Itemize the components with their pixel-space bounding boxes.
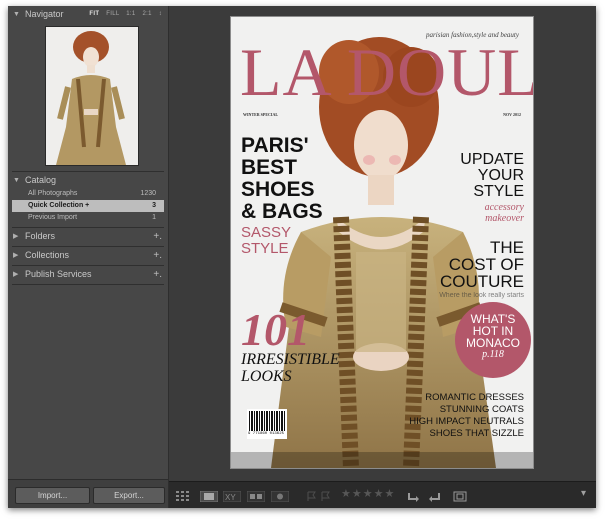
edition-left: WINTER SPECIAL	[243, 112, 279, 117]
headline-line: SHOES	[241, 178, 315, 201]
feature-list-item: SHOES THAT SIZZLE	[429, 428, 525, 439]
subhead-line: makeover	[485, 213, 524, 224]
flag-pick-icon[interactable]	[307, 489, 317, 501]
catalog-item-label: Quick Collection +	[28, 202, 90, 209]
zoom-1-1[interactable]: 1:1	[126, 11, 135, 17]
toolbar-menu-arrow[interactable]: ▾	[581, 488, 591, 499]
export-button[interactable]: Export...	[93, 487, 165, 504]
catalog-item-quick-collection[interactable]: Quick Collection + 3	[12, 200, 164, 212]
left-panel-bottom-bar: Import... Export...	[8, 479, 168, 508]
big-text-line: IRRESISTIBLE	[241, 351, 340, 368]
lightroom-window: ▼ Navigator FIT FILL 1:1 2:1 ↕ ▼ Catalog…	[8, 6, 596, 508]
circle-line: MONACO	[466, 336, 520, 350]
feature-list: ROMANTIC DRESSES STUNNING COATS HIGH IMP…	[409, 392, 524, 440]
headline-line: YOUR	[477, 167, 524, 184]
expand-triangle-icon[interactable]: ▶	[13, 228, 18, 245]
main-loupe-view: LA DOULEUR parisian fashion,style and be…	[169, 6, 596, 481]
navigator-preview[interactable]	[45, 26, 139, 166]
zoom-menu-arrow[interactable]: ↕	[159, 11, 162, 17]
catalog-item-label: Previous Import	[28, 214, 78, 221]
zoom-fill[interactable]: FILL	[106, 11, 119, 17]
panel-folders[interactable]: ▶ Folders +.	[8, 228, 168, 245]
import-button[interactable]: Import...	[15, 487, 90, 504]
flag-reject-icon[interactable]	[321, 489, 331, 501]
barcode-number: 9 771860 013625	[248, 432, 285, 436]
panel-collections[interactable]: ▶ Collections +.	[8, 247, 168, 264]
edition-right: NOV 2012	[503, 112, 521, 117]
compare-view-icon[interactable]: XY	[222, 489, 242, 503]
catalog-item-all-photographs[interactable]: All Photographs 1230	[12, 188, 164, 200]
catalog-item-count: 1	[152, 214, 156, 221]
headline-left: PARIS' BEST SHOES & BAGS	[241, 135, 323, 223]
panel-label: Collections	[25, 250, 70, 260]
navigator-header[interactable]: ▼ Navigator FIT FILL 1:1 2:1 ↕	[8, 6, 168, 23]
headline-line: BEST	[241, 156, 298, 179]
big-number: 101	[241, 304, 310, 355]
panel-label: Folders	[25, 231, 56, 241]
big-text: IRRESISTIBLE LOOKS	[241, 351, 340, 385]
navigator-zoom-options: FIT FILL 1:1 2:1 ↕	[84, 6, 162, 23]
add-folder-button[interactable]: +.	[153, 228, 162, 245]
grid-view-icon[interactable]	[176, 489, 190, 501]
add-publish-service-button[interactable]: +.	[153, 266, 162, 283]
headline-line: & BAGS	[241, 200, 323, 223]
circle-page: p.118	[482, 349, 504, 360]
headline-right: UPDATE YOUR STYLE	[460, 152, 524, 200]
navigator-title: Navigator	[25, 9, 64, 19]
catalog-item-count: 3	[152, 202, 156, 209]
panel-label: Publish Services	[25, 269, 92, 279]
rotate-left-icon[interactable]	[407, 489, 421, 502]
cost-line: COUTURE	[439, 272, 524, 291]
barcode: 9 771860 013625	[247, 409, 287, 439]
cost-line: THE	[490, 238, 524, 257]
left-panel: ▼ Navigator FIT FILL 1:1 2:1 ↕ ▼ Catalog…	[8, 6, 169, 508]
magazine-title: LA DOULEUR	[240, 34, 533, 110]
zoom-2-1[interactable]: 2:1	[142, 11, 151, 17]
cost-subhead: Where the look really starts	[439, 292, 524, 299]
subhead-right: accessory makeover	[485, 202, 524, 224]
add-collection-button[interactable]: +.	[153, 247, 162, 264]
star-rating[interactable]: ★★★★★	[341, 488, 397, 500]
crop-overlay-icon[interactable]	[453, 489, 467, 502]
navigator-preview-image	[46, 27, 138, 165]
magazine-tagline: parisian fashion,style and beauty	[426, 31, 519, 39]
subhead-line: accessory	[484, 202, 524, 213]
barcode-bars	[249, 411, 285, 431]
collapse-triangle-icon[interactable]: ▼	[13, 6, 20, 23]
headline-line: STYLE	[473, 183, 524, 200]
feature-list-item: HIGH IMPACT NEUTRALS	[409, 416, 524, 427]
catalog-title: Catalog	[25, 175, 57, 185]
expand-triangle-icon[interactable]: ▶	[13, 247, 18, 264]
catalog-item-label: All Photographs	[28, 190, 78, 197]
cost-headline: THE COST OF COUTURE	[440, 239, 524, 290]
feature-list-item: ROMANTIC DRESSES	[425, 392, 524, 403]
bottom-toolbar: XY ★★★★★ ▾	[169, 481, 596, 508]
expand-triangle-icon[interactable]: ▶	[13, 266, 18, 283]
subhead-line: SASSY	[241, 224, 292, 241]
headline-line: PARIS'	[241, 134, 309, 157]
zoom-fit[interactable]: FIT	[89, 11, 99, 17]
big-text-line: LOOKS	[241, 368, 292, 385]
magazine-cover-photo[interactable]: LA DOULEUR parisian fashion,style and be…	[230, 16, 534, 469]
panel-publish-services[interactable]: ▶ Publish Services +.	[8, 266, 168, 283]
collapse-triangle-icon[interactable]: ▼	[13, 172, 20, 189]
monaco-circle-badge: WHAT'S HOT IN MONACO p.118	[455, 302, 531, 378]
catalog-header[interactable]: ▼ Catalog	[8, 172, 168, 189]
loupe-view-icon[interactable]	[199, 489, 219, 503]
feature-list-item: STUNNING COATS	[439, 404, 524, 415]
svg-text:XY: XY	[225, 493, 236, 502]
survey-view-icon[interactable]	[246, 489, 266, 503]
rotate-right-icon[interactable]	[427, 489, 441, 502]
headline-line: UPDATE	[460, 151, 524, 168]
catalog-item-count: 1230	[140, 190, 156, 197]
catalog-item-previous-import[interactable]: Previous Import 1	[12, 212, 164, 224]
cost-line: COST OF	[448, 255, 524, 274]
subhead-line: STYLE	[241, 240, 289, 257]
subhead-left: SASSY STYLE	[241, 225, 291, 257]
people-view-icon[interactable]	[270, 489, 290, 503]
